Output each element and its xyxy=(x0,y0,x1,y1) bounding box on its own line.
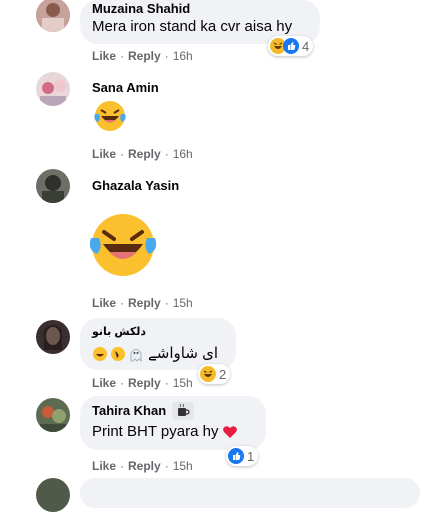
avatar-photo-icon xyxy=(36,398,70,432)
comment-author[interactable]: Tahira Khan xyxy=(92,403,166,419)
timestamp[interactable]: 15h xyxy=(173,295,193,311)
comment-sana: Sana Amin Like · Reply · 16h xyxy=(0,70,448,166)
avatar-photo-icon xyxy=(36,0,70,32)
comment-text: ای شاواشے xyxy=(92,344,224,364)
laughing-tears-emoji xyxy=(92,98,128,139)
comment-actions: Like · Reply · 15h xyxy=(92,295,193,311)
laughing-tears-emoji xyxy=(92,346,108,362)
reply-button[interactable]: Reply xyxy=(128,146,161,162)
comment-actions: Like · Reply · 15h xyxy=(92,458,193,474)
reply-button[interactable]: Reply xyxy=(128,48,161,64)
reaction-summary[interactable]: 4 xyxy=(268,36,314,56)
reaction-count: 1 xyxy=(247,448,255,464)
avatar-photo-icon xyxy=(36,72,70,106)
avatar[interactable] xyxy=(36,398,70,432)
comment-actions: Like · Reply · 16h xyxy=(92,146,193,162)
comment-ghazala: Ghazala Yasin Like · Reply · 15h xyxy=(0,166,448,314)
next-comment-avatar-partial[interactable] xyxy=(36,478,70,512)
like-button[interactable]: Like xyxy=(92,48,116,64)
timestamp[interactable]: 16h xyxy=(173,48,193,64)
like-button[interactable]: Like xyxy=(92,375,116,391)
like-icon xyxy=(283,38,299,54)
avatar[interactable] xyxy=(36,169,70,203)
comment-author[interactable]: Sana Amin xyxy=(92,80,159,96)
comment-actions: Like · Reply · 16h xyxy=(92,48,193,64)
avatar-photo-icon xyxy=(36,320,70,354)
like-button[interactable]: Like xyxy=(92,146,116,162)
timestamp[interactable]: 15h xyxy=(173,458,193,474)
reaction-summary[interactable]: 2 xyxy=(198,364,231,384)
comment-author[interactable]: دلکش بانو xyxy=(92,324,224,340)
reaction-summary[interactable]: 1 xyxy=(226,446,259,466)
reply-button[interactable]: Reply xyxy=(128,295,161,311)
like-icon xyxy=(228,448,244,464)
comment-tahira: Tahira Khan Print BHT pyara hy 1 Like · … xyxy=(0,396,448,476)
reply-button[interactable]: Reply xyxy=(128,458,161,474)
timestamp[interactable]: 15h xyxy=(173,375,193,391)
reaction-count: 2 xyxy=(219,366,227,382)
comment-bubble: دلکش بانو ای شاواشے xyxy=(80,318,236,370)
comment-author[interactable]: Ghazala Yasin xyxy=(92,178,179,194)
red-heart-emoji xyxy=(222,424,238,440)
ghost-emoji xyxy=(128,346,144,362)
comment-actions: Like · Reply · 15h xyxy=(92,375,193,391)
like-button[interactable]: Like xyxy=(92,295,116,311)
comment-author-row: Tahira Khan xyxy=(92,402,254,420)
comment-muzaina: Muzaina Shahid Mera iron stand ka cvr ai… xyxy=(0,0,448,66)
comment-dilkash: دلکش بانو ای شاواشے 2 Like · Reply · 15h xyxy=(0,316,448,392)
comment-text-urdu: ای شاواشے xyxy=(148,345,218,362)
avatar-photo-icon xyxy=(36,169,70,203)
comment-text-row: Print BHT pyara hy xyxy=(92,422,254,442)
haha-icon xyxy=(200,366,216,382)
like-button[interactable]: Like xyxy=(92,458,116,474)
comment-text: Mera iron stand ka cvr aisa hy xyxy=(92,18,293,35)
rolling-laugh-emoji xyxy=(110,346,126,362)
next-comment-bubble-partial xyxy=(80,478,420,508)
avatar[interactable] xyxy=(36,320,70,354)
laughing-tears-emoji-large xyxy=(86,208,160,287)
coffee-cup-icon xyxy=(172,402,195,420)
comment-text: Print BHT pyara hy xyxy=(92,423,219,440)
reply-button[interactable]: Reply xyxy=(128,375,161,391)
comment-author[interactable]: Muzaina Shahid xyxy=(92,1,308,17)
reaction-count: 4 xyxy=(302,38,310,54)
timestamp[interactable]: 16h xyxy=(173,146,193,162)
avatar[interactable] xyxy=(36,0,70,32)
avatar[interactable] xyxy=(36,72,70,106)
comment-bubble: Tahira Khan Print BHT pyara hy xyxy=(80,396,266,450)
